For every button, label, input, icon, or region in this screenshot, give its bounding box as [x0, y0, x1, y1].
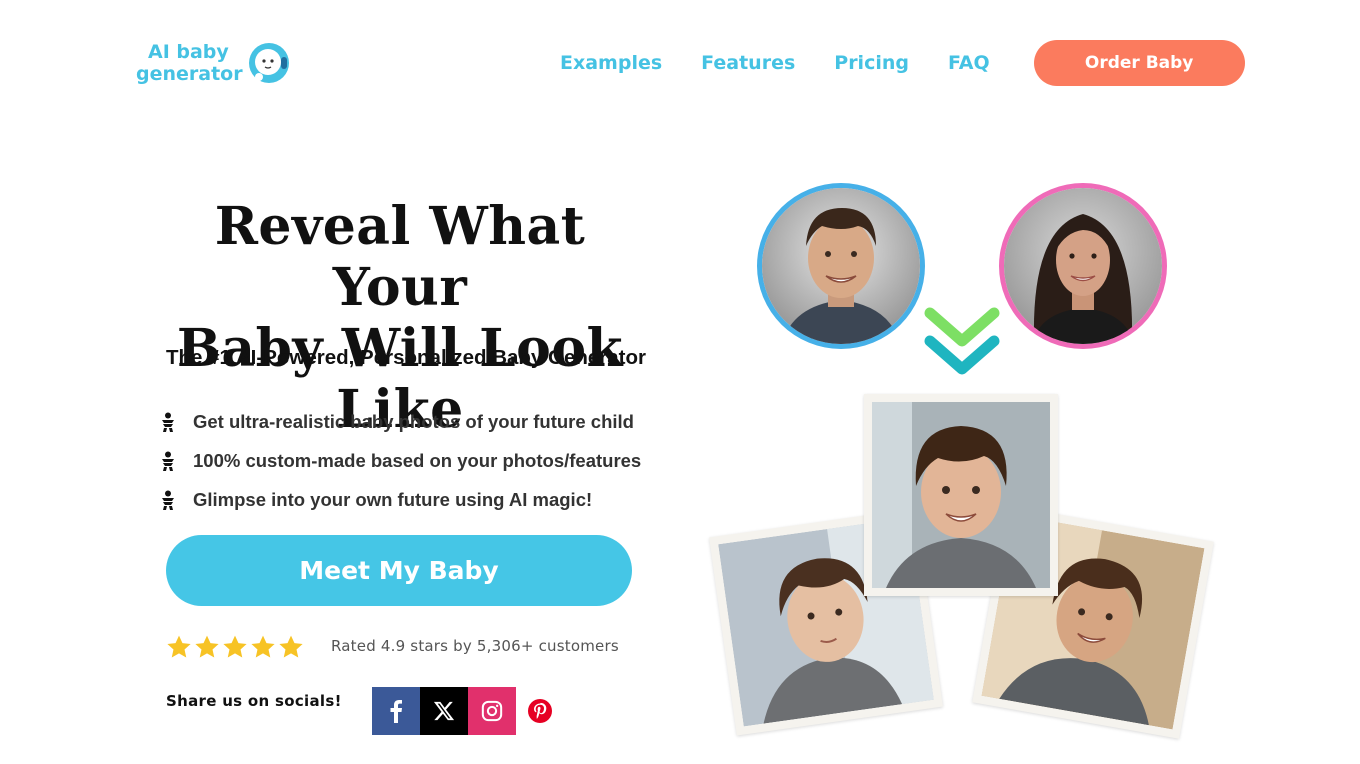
nav-pricing[interactable]: Pricing — [834, 52, 909, 74]
feature-text: 100% custom-made based on your photos/fe… — [193, 449, 642, 471]
nav-examples[interactable]: Examples — [560, 52, 662, 74]
nav-features[interactable]: Features — [701, 52, 795, 74]
logo-line2: generator — [136, 63, 243, 85]
meet-my-baby-button[interactable]: Meet My Baby — [166, 535, 632, 606]
star-icon — [223, 635, 247, 658]
baby-icon — [160, 490, 176, 510]
star-icon — [251, 635, 275, 658]
pinterest-icon — [528, 699, 552, 723]
feature-text: Glimpse into your own future using AI ma… — [193, 488, 593, 510]
baby-astronaut-icon — [247, 41, 291, 85]
order-baby-photos-button[interactable]: Order Baby Photos — [1033, 40, 1245, 119]
mother-photo — [999, 183, 1167, 349]
child-photo-center — [864, 394, 1058, 596]
rating-text: Rated 4.9 stars by 5,306+ customers — [331, 637, 619, 655]
baby-icon — [160, 412, 176, 432]
star-icon — [195, 635, 219, 658]
feature-item: 100% custom-made based on your photos/fe… — [160, 441, 641, 480]
logo[interactable]: AI baby generator — [136, 36, 289, 90]
pinterest-share-button[interactable] — [516, 687, 564, 735]
double-chevron-down-icon — [924, 307, 1000, 375]
facebook-share-button[interactable] — [372, 687, 420, 735]
feature-item: Get ultra-realistic baby photos of your … — [160, 402, 641, 441]
father-photo — [757, 183, 925, 349]
share-label: Share us on socials! — [166, 692, 342, 710]
hero-title-line1: Reveal What Your — [214, 196, 586, 318]
star-rating — [166, 634, 306, 660]
instagram-share-button[interactable] — [468, 687, 516, 735]
nav-faq[interactable]: FAQ — [948, 52, 990, 74]
logo-text: AI baby generator — [136, 41, 243, 85]
baby-icon — [160, 451, 176, 471]
main-nav: Examples Features Pricing FAQ Order Baby… — [560, 40, 1245, 119]
facebook-icon — [390, 700, 402, 723]
feature-text: Get ultra-realistic baby photos of your … — [193, 410, 634, 432]
x-share-button[interactable] — [420, 687, 468, 735]
x-icon — [433, 701, 455, 721]
social-share-buttons — [372, 687, 564, 735]
star-icon — [167, 635, 191, 658]
feature-list: Get ultra-realistic baby photos of your … — [160, 402, 641, 519]
hero-subtitle: The #1 AI-Powered, Personalized Baby Gen… — [166, 346, 646, 369]
logo-line1: AI baby — [148, 41, 229, 63]
star-icon — [279, 635, 303, 658]
instagram-icon — [481, 700, 503, 722]
feature-item: Glimpse into your own future using AI ma… — [160, 480, 641, 519]
